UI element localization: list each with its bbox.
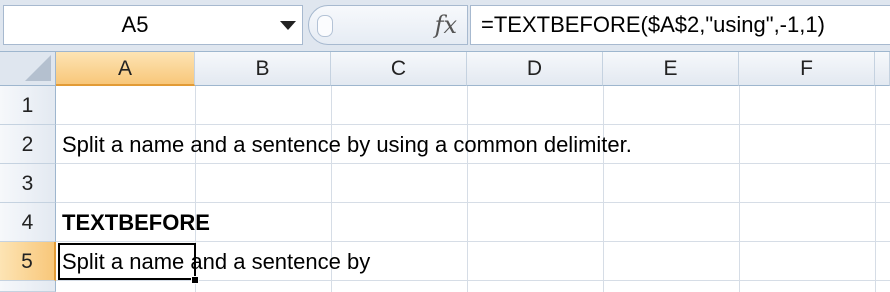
grid-line [56,280,890,281]
column-header-e[interactable]: E [603,52,739,86]
fill-handle[interactable] [191,276,199,284]
grid-line [875,86,876,292]
formula-text[interactable]: =TEXTBEFORE($A$2,"using",-1,1) [481,6,825,44]
row-header-4[interactable]: 4 [0,203,56,242]
column-header-row: A B C D E F [0,52,890,86]
grid-line [56,241,890,242]
column-header-c[interactable]: C [331,52,467,86]
formula-input[interactable]: =TEXTBEFORE($A$2,"using",-1,1) [470,5,890,45]
grid-line [56,124,890,125]
column-header-a[interactable]: A [56,52,195,86]
formula-bar: A5 fx =TEXTBEFORE($A$2,"using",-1,1) [0,0,890,52]
row-header-2[interactable]: 2 [0,125,56,164]
name-box[interactable]: A5 [3,5,303,45]
column-header-f[interactable]: F [739,52,875,86]
function-area: fx [308,5,468,45]
cell-a2[interactable]: Split a name and a sentence by using a c… [62,132,632,158]
insert-function-icon[interactable]: fx [435,11,457,39]
column-header-d[interactable]: D [467,52,603,86]
active-cell-border [58,243,196,280]
grid-line [739,86,740,292]
select-all-triangle-icon [25,55,51,81]
cell-a4[interactable]: TEXTBEFORE [62,210,210,236]
name-box-value[interactable]: A5 [4,6,266,44]
grid-line [603,86,604,292]
column-header-g-partial[interactable] [875,52,890,86]
grid-line [56,163,890,164]
grid-line [467,86,468,292]
row-header-3[interactable]: 3 [0,164,56,203]
row-header-5[interactable]: 5 [0,242,56,281]
dropdown-arrow-icon[interactable] [280,21,296,30]
splitter-handle[interactable] [317,15,333,37]
grid-line [56,202,890,203]
column-header-b[interactable]: B [195,52,331,86]
select-all-button[interactable] [0,52,56,86]
row-header-1[interactable]: 1 [0,86,56,125]
row-header-6-partial[interactable] [0,281,56,292]
